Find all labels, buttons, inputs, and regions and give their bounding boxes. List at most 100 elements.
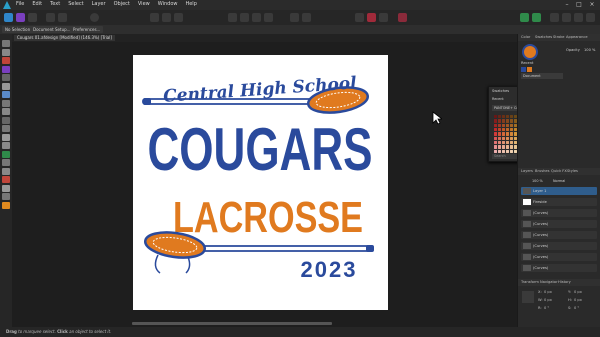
tool-button-8[interactable] [2,99,10,107]
swatch-cell[interactable] [502,115,506,119]
tool-button-14[interactable] [2,150,10,158]
swatch-cell[interactable] [494,132,498,136]
swatch-cell[interactable] [510,119,514,123]
menu-text[interactable]: Text [50,1,60,7]
tab-swatches[interactable]: Swatches [535,35,552,39]
toolbar-button-13[interactable] [355,13,364,22]
swatch-cell[interactable] [494,127,498,132]
layer-opacity-value[interactable]: 100 % [532,179,543,183]
anchor-grid-icon[interactable] [522,291,534,303]
document-tab[interactable]: Cougars 01.afdesign [Modified] (146.3%) … [14,35,115,41]
tool-button-18[interactable] [2,184,10,192]
tool-button-12[interactable] [2,133,10,141]
layer-row-5[interactable]: (Curves) [521,231,597,239]
swatch-cell[interactable] [506,127,510,132]
menu-help[interactable]: Help [185,1,196,7]
transform-w-field[interactable]: 0 px [544,298,552,302]
swatch-cell[interactable] [510,149,514,153]
swatch-cell[interactable] [494,149,498,153]
menu-select[interactable]: Select [68,1,83,7]
layer-row-7[interactable]: (Curves) [521,253,597,261]
tool-button-17[interactable] [2,176,10,183]
swatch-cell[interactable] [502,140,506,145]
swatch-cell[interactable] [502,136,506,140]
swatch-cell[interactable] [494,140,498,145]
tool-button-13[interactable] [2,142,10,149]
recent-swatch-blue[interactable] [521,67,526,72]
tab-quick-fx[interactable]: Quick FX [551,169,567,173]
menu-view[interactable]: View [138,1,150,7]
swatch-cell[interactable] [502,123,506,127]
swatch-cell[interactable] [498,136,502,140]
tool-button-16[interactable] [2,167,10,175]
swatch-cell[interactable] [502,132,506,136]
swatch-cell[interactable] [506,149,510,153]
swatch-cell[interactable] [494,119,498,123]
swatch-cell[interactable] [506,115,510,119]
swatch-cell[interactable] [506,132,510,136]
swatch-cell[interactable] [498,123,502,127]
blend-mode-dropdown[interactable]: Normal [553,179,565,183]
tool-button-4[interactable] [2,65,10,73]
boolean-add-icon[interactable] [520,13,529,22]
menu-file[interactable]: File [16,1,24,7]
swatch-cell[interactable] [506,140,510,145]
maximize-icon[interactable]: □ [574,1,584,8]
transform-x-field[interactable]: 0 px [544,290,552,294]
toolbar-button-9[interactable] [252,13,261,22]
swatch-cell[interactable] [494,136,498,140]
tool-button-20[interactable] [2,201,10,209]
tool-button-15[interactable] [2,159,10,166]
layer-row-3[interactable]: (Curves) [521,209,597,217]
toolbar-button-14[interactable] [379,13,388,22]
tab-stroke[interactable]: Stroke [553,35,564,39]
swatch-cell[interactable] [506,119,510,123]
tool-button-6[interactable] [2,82,10,90]
toolbar-button-11[interactable] [290,13,299,22]
menu-edit[interactable]: Edit [32,1,42,7]
toolbar-button-4[interactable] [150,13,159,22]
layer-row-1[interactable]: Layer 1 [521,187,597,195]
toolbar-button-2[interactable] [58,13,67,22]
swatch-cell[interactable] [506,136,510,140]
toolbar-button-1[interactable] [46,13,55,22]
tab-layers[interactable]: Layers [521,169,533,173]
tool-button-11[interactable] [2,125,10,132]
toolbar-button-10[interactable] [264,13,273,22]
pixel-persona-icon[interactable] [16,13,25,22]
transform-r-field[interactable]: 0 ° [544,306,549,310]
document-setup-button[interactable]: Document Setup... [30,26,74,33]
menu-window[interactable]: Window [158,1,178,7]
swatch-cell[interactable] [510,140,514,145]
toolbar-button-12[interactable] [302,13,311,22]
swatch-cell[interactable] [506,123,510,127]
transform-s-field[interactable]: 0 ° [574,306,579,310]
toolbar-button-5[interactable] [162,13,171,22]
layer-row-8[interactable]: (Curves) [521,264,597,272]
transform-h-field[interactable]: 0 px [574,298,582,302]
tool-button-1[interactable] [2,40,10,47]
tool-button-10[interactable] [2,116,10,124]
swatch-cell[interactable] [498,119,502,123]
recent-swatch-orange[interactable] [527,67,532,72]
tool-button-3[interactable] [2,57,10,64]
tab-color[interactable]: Color [521,35,530,39]
menu-layer[interactable]: Layer [92,1,106,7]
minimize-icon[interactable]: – [562,1,572,8]
swatch-cell[interactable] [510,132,514,136]
swatch-cell[interactable] [498,127,502,132]
tool-button-9[interactable] [2,108,10,115]
swatch-cell[interactable] [498,140,502,145]
toolbar-button-15[interactable] [398,13,407,22]
layer-row-4[interactable]: (Curves) [521,220,597,228]
tab-appearance[interactable]: Appearance [566,35,588,39]
swatch-cell[interactable] [510,136,514,140]
layer-row-2[interactable]: Fireside [521,198,597,206]
tool-button-19[interactable] [2,193,10,200]
preferences-button[interactable]: Preferences... [70,26,104,33]
swatch-cell[interactable] [510,127,514,132]
artboard[interactable]: Central High School COUGARS LACROSSE 202… [133,55,388,310]
tab-styles[interactable]: Styles [567,169,578,173]
tool-button-7[interactable] [2,91,10,98]
toolbar-button-18[interactable] [574,13,583,22]
